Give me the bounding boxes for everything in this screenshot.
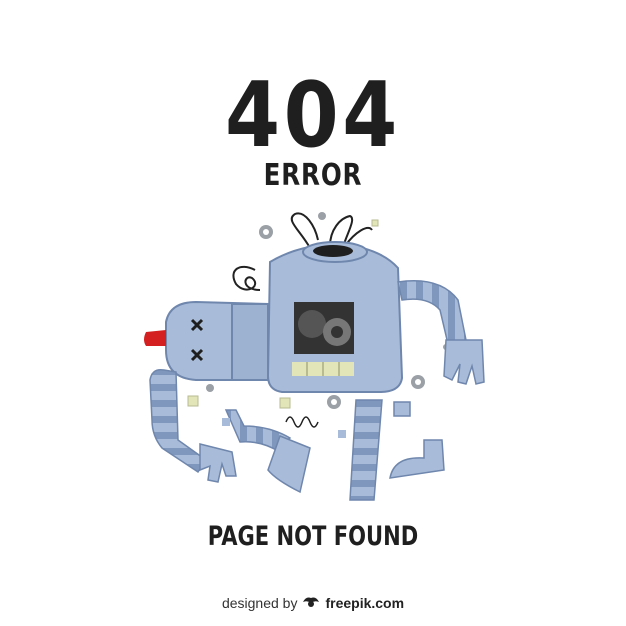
freepik-logo-icon [302,594,320,611]
robot-legs [222,399,445,501]
robot-right-arm [397,280,485,385]
robot-head [144,300,269,381]
designer-credit: designed by freepik.com [0,594,626,611]
credit-brand: freepik.com [325,594,405,611]
credit-prefix: designed by [221,594,298,611]
robot-torso [266,241,404,393]
page-not-found-message: PAGE NOT FOUND [207,521,419,552]
spring-icon [285,416,319,428]
